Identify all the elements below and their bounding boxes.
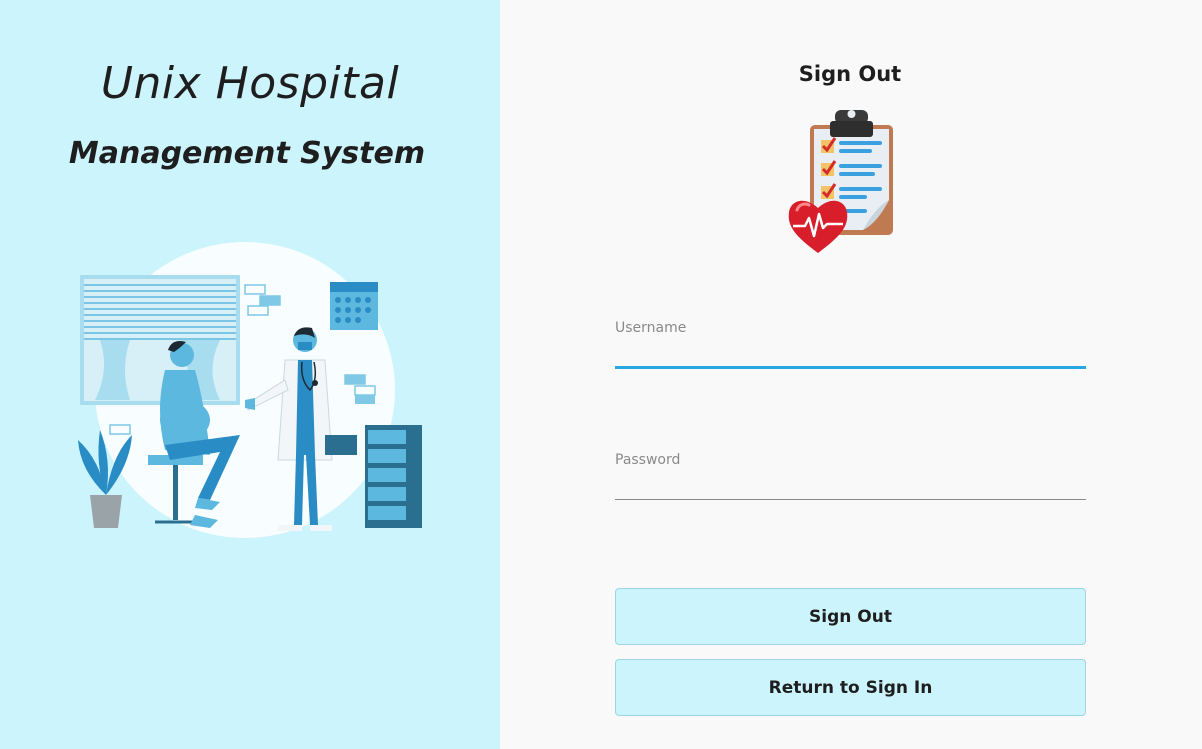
right-panel: Sign Out Username Password Sign Out Retu… (500, 0, 1202, 749)
username-input[interactable] (615, 336, 1086, 366)
left-panel: Unix Hospital Management System (0, 0, 500, 749)
sign-out-button[interactable]: Sign Out (615, 588, 1086, 645)
clipboard-heart-icon (788, 110, 893, 253)
doctor-patient-illustration (78, 242, 422, 538)
password-input[interactable] (615, 468, 1086, 498)
form-title: Sign Out (798, 62, 902, 86)
app-title: Unix Hospital (100, 58, 400, 109)
username-underline (615, 366, 1086, 369)
username-label: Username (615, 320, 687, 336)
username-field: Username (615, 320, 1086, 369)
password-field: Password (615, 452, 1086, 500)
password-underline (615, 499, 1086, 500)
app-subtitle: Management System (68, 136, 426, 171)
return-to-sign-in-button[interactable]: Return to Sign In (615, 659, 1086, 716)
password-label: Password (615, 452, 681, 468)
